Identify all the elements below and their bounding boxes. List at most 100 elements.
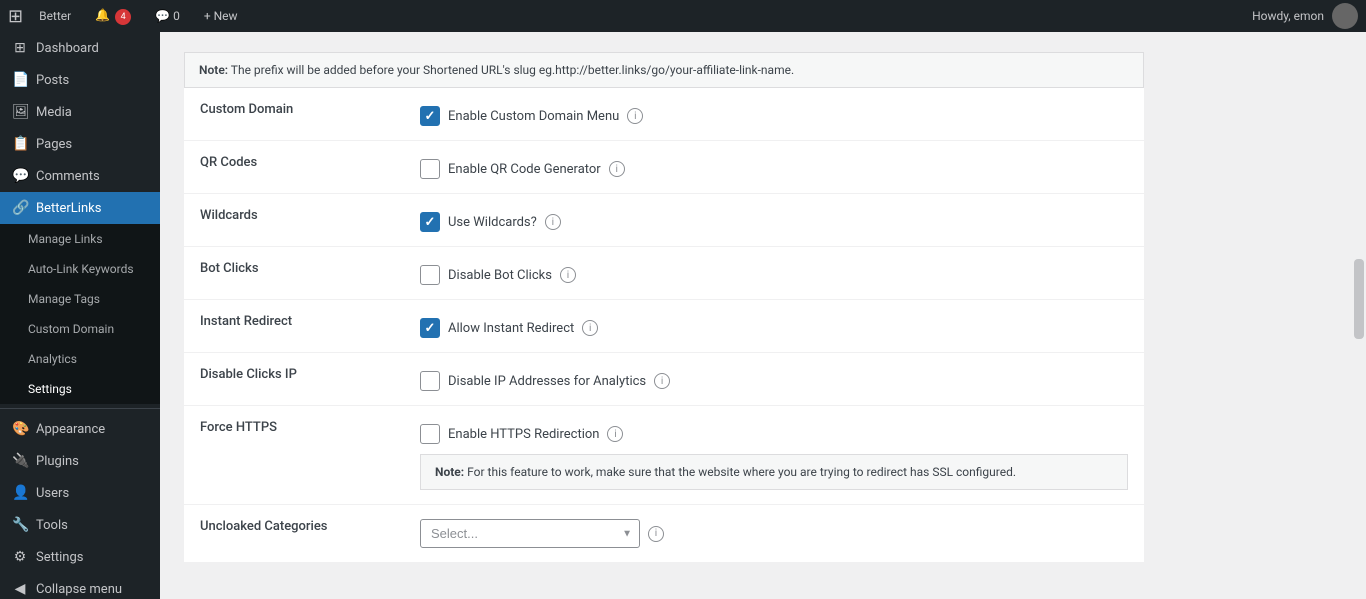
appearance-label: Appearance	[36, 422, 105, 437]
sidebar-item-manage-tags[interactable]: Manage Tags	[0, 284, 160, 314]
content-area: Note: The prefix will be added before yo…	[160, 32, 1352, 599]
wp-settings-icon: ⚙	[12, 549, 28, 565]
force-https-checkbox-label: Enable HTTPS Redirection	[448, 427, 599, 442]
sidebar-item-wp-settings[interactable]: ⚙ Settings	[0, 541, 160, 573]
wildcards-control: Use Wildcards? i	[420, 208, 1128, 232]
sidebar-item-dashboard[interactable]: ⊞ Dashboard	[0, 32, 160, 64]
sidebar-item-label: Posts	[36, 73, 69, 88]
select-container: Select... ▼	[420, 519, 640, 548]
force-https-row-label: Force HTTPS	[200, 420, 277, 435]
sidebar-item-collapse[interactable]: ◀ Collapse menu	[0, 573, 160, 599]
sidebar-item-tools[interactable]: 🔧 Tools	[0, 509, 160, 541]
dashboard-icon: ⊞	[12, 40, 28, 56]
bot-clicks-checkbox[interactable]	[420, 265, 440, 285]
pages-icon: 📋	[12, 136, 28, 152]
comments-icon: 💬	[12, 168, 28, 184]
sidebar-item-plugins[interactable]: 🔌 Plugins	[0, 445, 160, 477]
sidebar-item-label: Dashboard	[36, 41, 99, 56]
sidebar: ⊞ Dashboard 📄 Posts 🖼 Media 📋 Pages 💬 Co…	[0, 32, 160, 599]
wildcards-checkbox[interactable]	[420, 212, 440, 232]
settings-table: Custom Domain Enable Custom Domain Menu …	[184, 88, 1144, 563]
instant-redirect-checkbox-label: Allow Instant Redirect	[448, 321, 574, 336]
sidebar-item-custom-domain[interactable]: Custom Domain	[0, 314, 160, 344]
bot-clicks-checkbox-label: Disable Bot Clicks	[448, 268, 552, 283]
sidebar-item-comments[interactable]: 💬 Comments	[0, 160, 160, 192]
settings-label: Settings	[28, 382, 72, 396]
sidebar-item-analytics[interactable]: Analytics	[0, 344, 160, 374]
collapse-label: Collapse menu	[36, 582, 122, 597]
bot-clicks-row-label: Bot Clicks	[200, 261, 259, 276]
wp-logo-icon[interactable]: ⊞	[8, 6, 23, 27]
sidebar-item-users[interactable]: 👤 Users	[0, 477, 160, 509]
manage-tags-label: Manage Tags	[28, 292, 100, 306]
sidebar-item-appearance[interactable]: 🎨 Appearance	[0, 413, 160, 445]
qr-codes-control: Enable QR Code Generator i	[420, 155, 1128, 179]
betterlinks-icon: 🔗	[12, 200, 28, 216]
table-row: Uncloaked Categories Select... ▼	[184, 505, 1144, 563]
posts-icon: 📄	[12, 72, 28, 88]
analytics-label: Analytics	[28, 352, 77, 366]
qr-codes-info-icon[interactable]: i	[609, 161, 625, 177]
admin-bar: ⊞ Better 🔔 4 💬 0 + New Howdy, emon	[0, 0, 1366, 32]
sidebar-item-posts[interactable]: 📄 Posts	[0, 64, 160, 96]
disable-clicks-ip-control: Disable IP Addresses for Analytics i	[420, 367, 1128, 391]
disable-clicks-ip-row-label: Disable Clicks IP	[200, 367, 297, 382]
instant-redirect-checkbox[interactable]	[420, 318, 440, 338]
sidebar-item-manage-links[interactable]: Manage Links	[0, 224, 160, 254]
plugins-icon: 🔌	[12, 453, 28, 469]
qr-codes-checkbox[interactable]	[420, 159, 440, 179]
scrollbar-thumb[interactable]	[1354, 259, 1364, 339]
sidebar-item-pages[interactable]: 📋 Pages	[0, 128, 160, 160]
users-label: Users	[36, 486, 69, 501]
sidebar-item-auto-link-keywords[interactable]: Auto-Link Keywords	[0, 254, 160, 284]
wildcards-info-icon[interactable]: i	[545, 214, 561, 230]
force-https-note-prefix: Note:	[435, 465, 464, 479]
wp-settings-label: Settings	[36, 550, 83, 565]
sidebar-item-label: Comments	[36, 169, 100, 184]
instant-redirect-row-label: Instant Redirect	[200, 314, 292, 329]
sidebar-item-label: BetterLinks	[36, 201, 101, 216]
scrollbar-track[interactable]	[1352, 32, 1366, 599]
sidebar-item-media[interactable]: 🖼 Media	[0, 96, 160, 128]
uncloaked-categories-info-icon[interactable]: i	[648, 526, 664, 542]
force-https-checkbox[interactable]	[420, 424, 440, 444]
instant-redirect-info-icon[interactable]: i	[582, 320, 598, 336]
force-https-note-text: For this feature to work, make sure that…	[467, 465, 1016, 479]
table-row: Force HTTPS Enable HTTPS Redirection i N…	[184, 406, 1144, 505]
disable-clicks-ip-checkbox-label: Disable IP Addresses for Analytics	[448, 374, 646, 389]
qr-codes-checkbox-label: Enable QR Code Generator	[448, 162, 601, 177]
bot-clicks-info-icon[interactable]: i	[560, 267, 576, 283]
site-name[interactable]: Better	[31, 9, 79, 23]
table-row: Bot Clicks Disable Bot Clicks i	[184, 247, 1144, 300]
wildcards-row-label: Wildcards	[200, 208, 258, 223]
bot-clicks-control: Disable Bot Clicks i	[420, 261, 1128, 285]
manage-links-label: Manage Links	[28, 232, 103, 246]
force-https-info-icon[interactable]: i	[607, 426, 623, 442]
new-button[interactable]: + New	[196, 9, 246, 23]
custom-domain-checkbox[interactable]	[420, 106, 440, 126]
custom-domain-checkbox-label: Enable Custom Domain Menu	[448, 109, 619, 124]
force-https-note: Note: For this feature to work, make sur…	[420, 454, 1128, 490]
table-row: Instant Redirect Allow Instant Redirect …	[184, 300, 1144, 353]
custom-domain-row-label: Custom Domain	[200, 102, 293, 117]
table-row: Disable Clicks IP Disable IP Addresses f…	[184, 353, 1144, 406]
disable-clicks-ip-checkbox[interactable]	[420, 371, 440, 391]
top-note: Note: The prefix will be added before yo…	[184, 52, 1144, 88]
custom-domain-info-icon[interactable]: i	[627, 108, 643, 124]
user-avatar[interactable]	[1332, 3, 1358, 29]
appearance-icon: 🎨	[12, 421, 28, 437]
custom-domain-control: Enable Custom Domain Menu i	[420, 102, 1128, 126]
uncloaked-categories-select[interactable]: Select...	[420, 519, 640, 548]
uncloaked-categories-label: Uncloaked Categories	[200, 519, 328, 534]
sidebar-item-betterlinks[interactable]: 🔗 BetterLinks	[0, 192, 160, 224]
qr-codes-row-label: QR Codes	[200, 155, 257, 170]
tools-icon: 🔧	[12, 517, 28, 533]
instant-redirect-control: Allow Instant Redirect i	[420, 314, 1128, 338]
note-prefix: Note:	[199, 63, 228, 77]
disable-clicks-ip-info-icon[interactable]: i	[654, 373, 670, 389]
comments-count[interactable]: 💬 0	[147, 9, 188, 23]
notifications[interactable]: 🔔 4	[87, 8, 139, 25]
sidebar-item-settings[interactable]: Settings	[0, 374, 160, 404]
table-row: QR Codes Enable QR Code Generator i	[184, 141, 1144, 194]
table-row: Wildcards Use Wildcards? i	[184, 194, 1144, 247]
